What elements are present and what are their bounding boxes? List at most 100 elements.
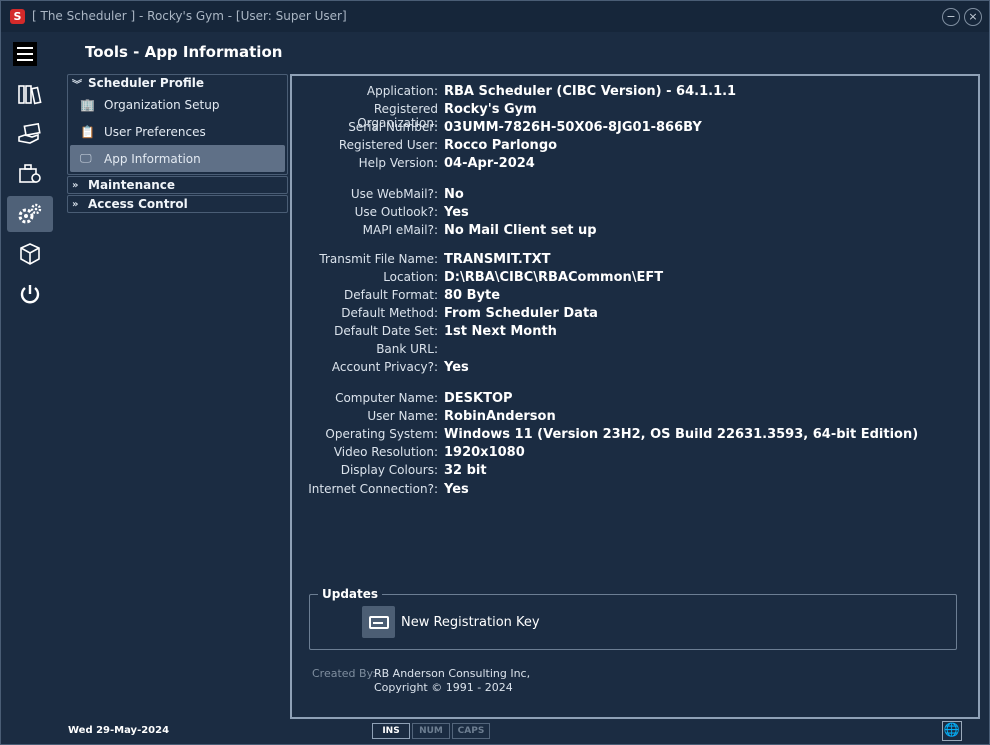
page-title: Tools - App Information bbox=[85, 43, 283, 61]
info-row-location: Location: D:\RBA\CIBC\RBACommon\EFT bbox=[292, 270, 663, 288]
info-row-computer-name: Computer Name: DESKTOP bbox=[292, 391, 513, 409]
app-information-panel: Application: RBA Scheduler (CIBC Version… bbox=[290, 74, 980, 719]
chevron-down-icon: ︾ bbox=[72, 79, 82, 91]
info-value: Yes bbox=[444, 360, 469, 375]
nav-item-label: User Preferences bbox=[104, 124, 206, 139]
info-label: Account Privacy?: bbox=[331, 360, 438, 374]
info-value: RobinAnderson bbox=[444, 409, 556, 424]
info-label: Default Date Set: bbox=[334, 324, 438, 338]
info-label: Location: bbox=[383, 270, 438, 284]
info-label: Transmit File Name: bbox=[319, 252, 438, 266]
app-logo-icon: S bbox=[10, 9, 25, 24]
tools-nav-tree: ︾ Scheduler Profile 🏢 Organization Setup… bbox=[67, 74, 288, 214]
info-row-user-name: User Name: RobinAnderson bbox=[292, 409, 556, 427]
info-value: D:\RBA\CIBC\RBACommon\EFT bbox=[444, 270, 664, 285]
info-row-outlook: Use Outlook?: Yes bbox=[292, 205, 469, 223]
info-value: 1920x1080 bbox=[444, 445, 525, 460]
close-button[interactable]: × bbox=[964, 8, 982, 26]
rail-tools-button[interactable] bbox=[7, 196, 53, 232]
minimize-button[interactable]: − bbox=[942, 8, 960, 26]
nav-item-app-information[interactable]: 🖵 App Information bbox=[70, 145, 285, 172]
hamburger-menu-icon[interactable] bbox=[13, 42, 37, 66]
nav-header-access-control[interactable]: » Access Control bbox=[68, 196, 287, 212]
info-label: Video Resolution: bbox=[333, 445, 438, 459]
rail-payments-button[interactable] bbox=[7, 116, 53, 152]
rail-schedules-button[interactable] bbox=[7, 76, 53, 112]
status-bar: Wed 29-May-2024 INS NUM CAPS 🌐 bbox=[1, 720, 989, 744]
info-label: Operating System: bbox=[325, 427, 438, 441]
info-row-default-format: Default Format: 80 Byte bbox=[292, 288, 500, 306]
info-value: 80 Byte bbox=[444, 288, 501, 303]
info-value: 04-Apr-2024 bbox=[444, 156, 535, 171]
info-row-mapi: MAPI eMail?: No Mail Client set up bbox=[292, 223, 597, 241]
info-row-default-method: Default Method: From Scheduler Data bbox=[292, 306, 598, 324]
nav-group-access-control: » Access Control bbox=[67, 195, 288, 213]
info-row-display-colours: Display Colours: 32 bit bbox=[292, 463, 487, 481]
info-row-default-date-set: Default Date Set: 1st Next Month bbox=[292, 324, 557, 342]
chevron-right-icon: » bbox=[72, 198, 79, 210]
nav-item-user-preferences[interactable]: 📋 User Preferences bbox=[68, 118, 287, 145]
info-label: Serial Number: bbox=[348, 120, 438, 134]
info-label: Use WebMail?: bbox=[350, 187, 438, 201]
registration-key-icon bbox=[362, 606, 395, 638]
info-value: No bbox=[444, 187, 464, 202]
new-registration-key-button[interactable]: New Registration Key bbox=[362, 606, 540, 638]
info-label: Default Format: bbox=[344, 288, 438, 302]
new-registration-key-label: New Registration Key bbox=[401, 614, 540, 630]
info-value: Rocky's Gym bbox=[444, 102, 537, 117]
info-label: MAPI eMail?: bbox=[362, 223, 438, 237]
window-title: [ The Scheduler ] - Rocky's Gym - [User:… bbox=[32, 9, 347, 23]
rail-exit-button[interactable] bbox=[7, 276, 53, 312]
info-row-transmit-file: Transmit File Name: TRANSMIT.TXT bbox=[292, 252, 550, 270]
info-row-account-privacy: Account Privacy?: Yes bbox=[292, 360, 469, 378]
left-rail bbox=[1, 32, 58, 717]
info-value: Yes bbox=[444, 482, 469, 497]
info-row-organization: Registered Organization: Rocky's Gym bbox=[292, 102, 537, 130]
rail-package-button[interactable] bbox=[7, 236, 53, 272]
nav-header-label: Access Control bbox=[88, 197, 188, 211]
nav-item-label: App Information bbox=[104, 151, 201, 166]
nav-header-label: Scheduler Profile bbox=[88, 76, 205, 90]
info-label: Default Method: bbox=[341, 306, 438, 320]
nav-group-maintenance: » Maintenance bbox=[67, 176, 288, 194]
created-by-label: Created By: bbox=[312, 667, 376, 680]
info-value: DESKTOP bbox=[444, 391, 513, 406]
nav-header-maintenance[interactable]: » Maintenance bbox=[68, 177, 287, 193]
nav-item-organization-setup[interactable]: 🏢 Organization Setup bbox=[68, 91, 287, 118]
monitor-info-icon: 🖵 bbox=[80, 151, 92, 165]
briefcase-icon bbox=[19, 164, 41, 183]
globe-icon[interactable]: 🌐 bbox=[942, 721, 962, 741]
schedules-books-icon bbox=[18, 85, 42, 105]
updates-group: Updates New Registration Key bbox=[309, 587, 957, 650]
app-window: S [ The Scheduler ] - Rocky's Gym - [Use… bbox=[0, 0, 990, 745]
chevron-right-icon: » bbox=[72, 179, 79, 191]
info-label: Computer Name: bbox=[335, 391, 438, 405]
updates-title: Updates bbox=[318, 587, 383, 601]
package-icon bbox=[20, 243, 40, 265]
copyright-text: Copyright © 1991 - 2024 bbox=[374, 681, 513, 694]
num-indicator: NUM bbox=[412, 723, 450, 739]
power-icon bbox=[20, 285, 40, 304]
nav-item-label: Organization Setup bbox=[104, 97, 220, 112]
info-row-application: Application: RBA Scheduler (CIBC Version… bbox=[292, 84, 736, 102]
info-value: 32 bit bbox=[444, 463, 487, 478]
info-label: Bank URL: bbox=[376, 342, 438, 356]
rail-briefcase-button[interactable] bbox=[7, 156, 53, 192]
title-bar[interactable]: S [ The Scheduler ] - Rocky's Gym - [Use… bbox=[1, 1, 989, 32]
status-date: Wed 29-May-2024 bbox=[68, 725, 170, 736]
nav-group-scheduler-profile: ︾ Scheduler Profile 🏢 Organization Setup… bbox=[67, 74, 288, 175]
nav-header-label: Maintenance bbox=[88, 178, 176, 192]
info-label: Display Colours: bbox=[340, 463, 438, 477]
info-value: Yes bbox=[444, 205, 469, 220]
info-row-bank-url: Bank URL: bbox=[292, 342, 444, 360]
company-name: RB Anderson Consulting Inc, bbox=[374, 667, 531, 680]
info-label: Use Outlook?: bbox=[354, 205, 438, 219]
caps-indicator: CAPS bbox=[452, 723, 490, 739]
info-label: User Name: bbox=[367, 409, 438, 423]
building-icon: 🏢 bbox=[80, 97, 95, 112]
info-row-registered-user: Registered User: Rocco Parlongo bbox=[292, 138, 557, 156]
info-label: Help Version: bbox=[358, 156, 438, 170]
gears-icon bbox=[18, 203, 42, 224]
info-value: RBA Scheduler (CIBC Version) - 64.1.1.1 bbox=[444, 84, 737, 99]
nav-header-scheduler-profile[interactable]: ︾ Scheduler Profile bbox=[68, 75, 287, 91]
